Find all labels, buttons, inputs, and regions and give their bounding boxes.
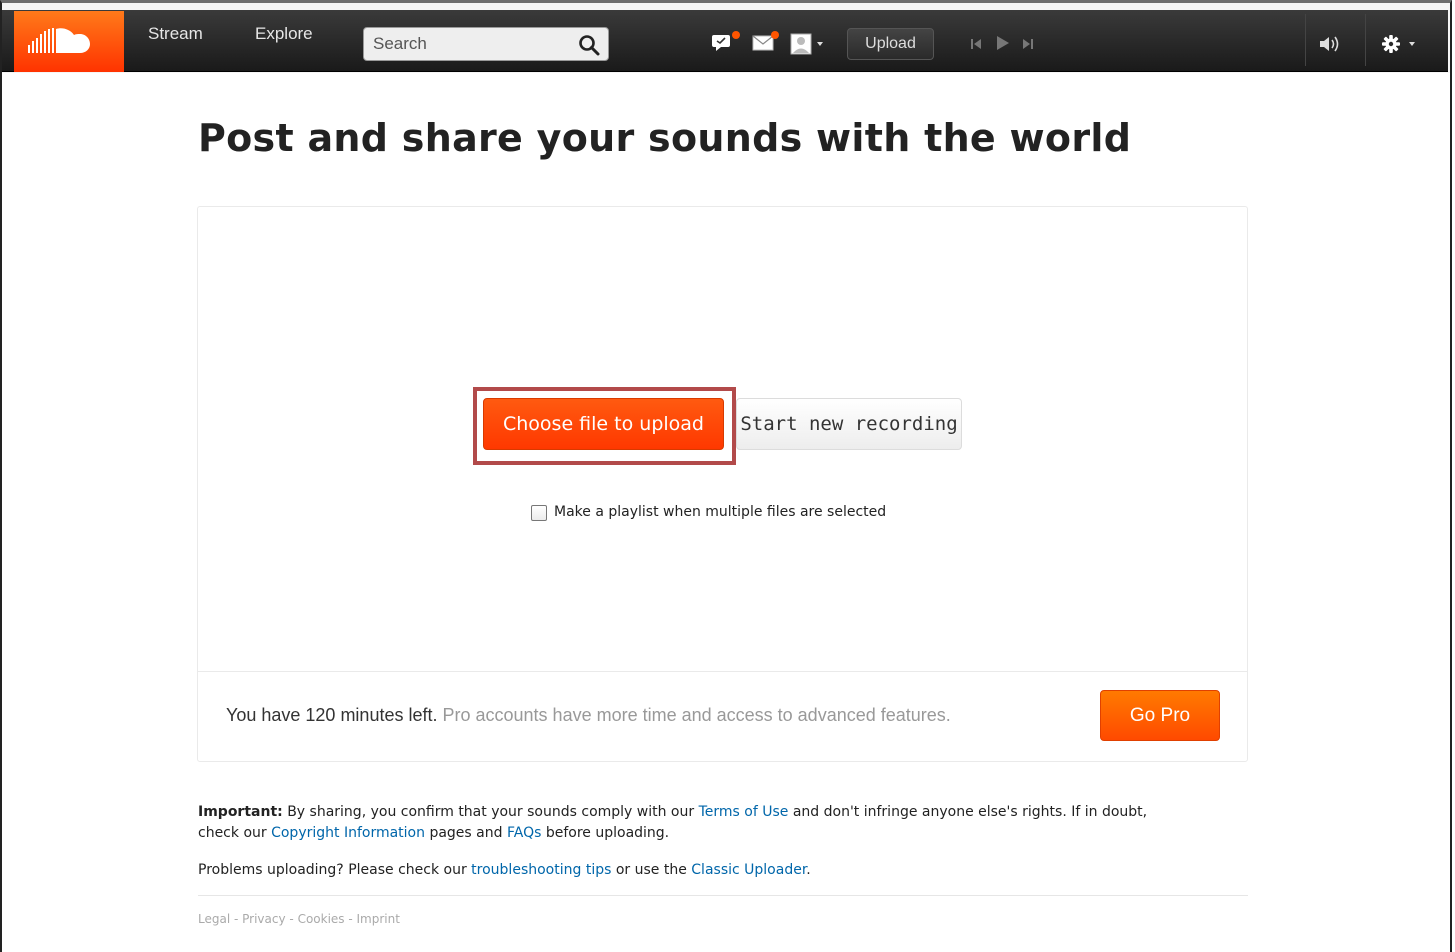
messages-badge: [732, 31, 740, 39]
problems-notice: Problems uploading? Please check our tro…: [198, 860, 811, 881]
skip-previous-icon[interactable]: [969, 36, 983, 55]
soundcloud-logo-icon: [28, 28, 90, 53]
important-text: and don't infringe anyone else's rights.…: [792, 804, 1148, 820]
playlist-checkbox[interactable]: [531, 505, 547, 521]
footer-link-imprint[interactable]: Imprint: [357, 912, 400, 926]
minutes-left-text: You have 120 minutes left. Pro accounts …: [226, 705, 951, 726]
mail-badge: [771, 31, 779, 39]
footer-link-legal[interactable]: Legal: [198, 912, 230, 926]
footer-separator: -: [344, 912, 357, 926]
soundcloud-logo[interactable]: [14, 11, 124, 72]
skip-next-icon[interactable]: [1021, 36, 1035, 55]
speech-bubble-icon[interactable]: [711, 33, 733, 57]
user-avatar-icon[interactable]: [790, 33, 828, 59]
faqs-link[interactable]: FAQs: [507, 825, 541, 841]
footer-separator: -: [230, 912, 243, 926]
go-pro-button[interactable]: Go Pro: [1100, 690, 1220, 741]
troubleshooting-link[interactable]: troubleshooting tips: [471, 862, 611, 878]
search-input[interactable]: [364, 28, 564, 60]
problems-text: Problems uploading? Please check our: [198, 862, 467, 878]
footer-links: Legal - Privacy - Cookies - Imprint: [198, 912, 400, 926]
gear-icon[interactable]: [1381, 33, 1421, 59]
problems-text: .: [806, 862, 811, 878]
choose-file-button[interactable]: Choose file to upload: [483, 398, 724, 450]
header-upload-button[interactable]: Upload: [847, 28, 934, 60]
important-text: check our: [198, 825, 267, 841]
footer-link-privacy[interactable]: Privacy: [242, 912, 285, 926]
header-divider: [1305, 14, 1306, 66]
page-title: Post and share your sounds with the worl…: [198, 116, 1132, 160]
terms-link[interactable]: Terms of Use: [699, 804, 789, 820]
play-icon[interactable]: [995, 34, 1011, 56]
start-recording-button[interactable]: Start new recording: [736, 398, 962, 450]
envelope-icon[interactable]: [752, 35, 774, 55]
header-divider: [1365, 14, 1366, 66]
nav-explore[interactable]: Explore: [255, 24, 313, 44]
footer-divider: [198, 895, 1248, 896]
minutes-left: You have 120 minutes left.: [226, 705, 438, 725]
important-label: Important:: [198, 804, 283, 820]
pro-pitch: Pro accounts have more time and access t…: [442, 705, 951, 725]
copyright-link[interactable]: Copyright Information: [271, 825, 425, 841]
volume-icon[interactable]: [1318, 34, 1344, 58]
nav-stream[interactable]: Stream: [148, 24, 203, 44]
footer-separator: -: [285, 912, 298, 926]
important-text: pages and: [429, 825, 503, 841]
playlist-label[interactable]: Make a playlist when multiple files are …: [554, 504, 886, 520]
problems-text: or use the: [615, 862, 687, 878]
search-icon[interactable]: [578, 34, 600, 60]
important-text: By sharing, you confirm that your sounds…: [287, 804, 695, 820]
important-notice: Important: By sharing, you confirm that …: [198, 802, 1147, 844]
footer-link-cookies[interactable]: Cookies: [298, 912, 345, 926]
important-text: before uploading.: [545, 825, 670, 841]
search-box[interactable]: [363, 27, 609, 61]
classic-uploader-link[interactable]: Classic Uploader: [691, 862, 806, 878]
upload-panel: [197, 206, 1248, 762]
